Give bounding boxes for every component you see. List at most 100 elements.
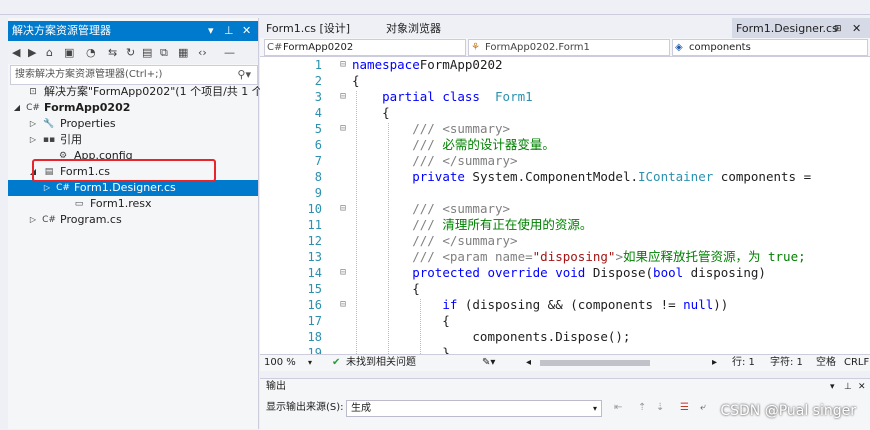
code-token: 如果应释放托管资源，为 true; [622, 249, 806, 264]
close-icon[interactable]: ✕ [242, 21, 251, 41]
expand-arrow-icon[interactable]: ▷ [42, 180, 52, 196]
tab-form1-designer-cs[interactable]: Form1.Designer.cs ⊞ ✕ [732, 18, 870, 38]
close-icon[interactable]: ✕ [858, 379, 866, 395]
pin-icon[interactable]: ⊞ [834, 20, 842, 38]
properties-icon[interactable]: — [224, 46, 235, 60]
switch-views-icon[interactable]: ▣ [64, 46, 74, 60]
code-line: 19 } [260, 345, 870, 354]
line-number: 10 [307, 202, 322, 216]
code-editor[interactable]: 1 ⊟ namespaceFormApp0202 2{3 ⊟ partial class… [260, 57, 870, 354]
tree-item-label: 解决方案"FormApp0202"(1 个项目/共 1 个) [44, 85, 268, 98]
fold-toggle-icon[interactable]: ⊟ [340, 265, 346, 281]
fold-toggle-icon[interactable]: ⊟ [340, 89, 346, 105]
code-line: 4 { [260, 105, 870, 121]
code-line: 15 { [260, 281, 870, 297]
zoom-level[interactable]: 100 % [264, 355, 296, 371]
scroll-left-icon[interactable]: ◂ [526, 355, 531, 371]
fold-toggle-icon[interactable]: ⊟ [340, 201, 346, 217]
member-dropdown[interactable]: ◈ components [672, 39, 868, 56]
back-icon[interactable]: ◀ [12, 46, 20, 60]
show-all-files-icon[interactable]: ▦ [178, 46, 188, 60]
close-icon[interactable]: ✕ [852, 20, 861, 38]
code-line: 7 /// </summary> [260, 153, 870, 169]
new-folder-icon[interactable]: ▤ [142, 46, 152, 60]
word-wrap-icon[interactable]: ⤶ [700, 399, 706, 417]
tree-item[interactable]: ▷ C# Form1.Designer.cs [8, 180, 258, 196]
code-text: private System.ComponentModel.IContainer… [352, 169, 811, 185]
project-dropdown[interactable]: C# FormApp0202 [264, 39, 466, 56]
scroll-right-icon[interactable]: ▸ [712, 355, 717, 371]
code-text: /// </summary> [352, 153, 517, 169]
code-view-icon[interactable]: ‹› [198, 46, 207, 60]
code-text: /// </summary> [352, 233, 517, 249]
type-dropdown[interactable]: ⚘ FormApp0202.Form1 [468, 39, 670, 56]
code-text: /// <param name="disposing">如果应释放托管资源，为 … [352, 249, 806, 265]
output-title: 输出 [266, 381, 286, 392]
issues-status[interactable]: 未找到相关问题 [346, 355, 416, 371]
line-number: 6 [314, 138, 322, 152]
next-message-icon[interactable]: ⇣ [656, 399, 664, 417]
tree-item[interactable]: ▷ C# Program.cs [8, 212, 258, 228]
expand-arrow-icon[interactable]: ▷ [28, 212, 38, 228]
tree-item[interactable]: ⊡ 解决方案"FormApp0202"(1 个项目/共 1 个) [8, 84, 267, 100]
fold-toggle-icon[interactable]: ⊟ [340, 57, 346, 73]
solution-explorer-panel: 解决方案资源管理器 ▾ ⊥ ✕ ◀ ▶ ⌂ ▣ ◔ ⇆ ↻ ▤ ⧉ ▦ ‹› —… [8, 18, 267, 429]
search-icon[interactable]: ⚲▾ [237, 66, 251, 84]
fold-toggle-icon[interactable]: ⊟ [340, 121, 346, 137]
tree-item[interactable]: ▷ ▪▪ 引用 [8, 132, 258, 148]
tree-item-label: Properties [60, 117, 116, 130]
home-icon[interactable]: ⌂ [46, 46, 53, 60]
output-source-select[interactable]: 生成 ▾ [346, 400, 602, 417]
tree-item-label: FormApp0202 [44, 101, 131, 114]
pending-changes-icon[interactable]: ◔ [86, 46, 96, 60]
code-cleanup-icon[interactable]: ✎▾ [482, 355, 495, 371]
code-token: /// <param name= [412, 249, 533, 264]
whitespace-indicator[interactable]: 空格 [816, 355, 836, 371]
tree-item[interactable]: ◢ C# FormApp0202 [8, 100, 258, 116]
expand-arrow-icon[interactable]: ▷ [28, 132, 38, 148]
collapse-arrow-icon[interactable]: ◢ [12, 100, 22, 116]
horizontal-scrollbar-thumb[interactable] [540, 360, 650, 366]
code-line: 18 components.Dispose(); [260, 329, 870, 345]
resx-file-icon: ▭ [74, 199, 84, 209]
expand-arrow-icon[interactable]: ▷ [28, 116, 38, 132]
dropdown-icon[interactable]: ▾ [208, 21, 214, 41]
code-line: 16 ⊟ if (disposing && (components != null… [260, 297, 870, 313]
tab-object-browser[interactable]: 对象浏览器 [386, 20, 441, 38]
code-text: { [352, 73, 360, 89]
collapse-all-icon[interactable]: ⧉ [160, 46, 168, 60]
code-token: namespace [352, 57, 420, 72]
refresh-icon[interactable]: ↻ [126, 46, 135, 60]
sync-icon[interactable]: ⇆ [108, 46, 117, 60]
clear-all-icon[interactable]: ☰ [680, 399, 689, 417]
code-line: 3 ⊟ partial class Form1 [260, 89, 870, 105]
check-icon: ✔ [332, 357, 341, 368]
prev-message-icon[interactable]: ⇡ [638, 399, 646, 417]
fold-toggle-icon[interactable]: ⊟ [340, 297, 346, 313]
line-number: 3 [314, 90, 322, 104]
tree-item[interactable]: ▭ Form1.resx [8, 196, 258, 212]
code-token: } [352, 345, 450, 354]
find-message-icon[interactable]: ⇤ [614, 399, 622, 417]
line-ending-indicator[interactable]: CRLF [844, 355, 869, 371]
code-token: { [352, 313, 450, 328]
char-indicator: 字符: 1 [770, 357, 803, 368]
chevron-down-icon[interactable]: ▾ [308, 355, 312, 371]
tab-form1-design[interactable]: Form1.cs [设计] [266, 20, 350, 38]
code-token: bool [653, 265, 684, 280]
pin-icon[interactable]: ⊥ [224, 21, 234, 41]
line-number: 9 [314, 186, 322, 200]
member-dropdown-value: components [689, 42, 751, 53]
solution-explorer-search-input[interactable]: 搜索解决方案资源管理器(Ctrl+;) ⚲▾ [10, 65, 258, 85]
pin-icon[interactable]: ⊥ [844, 379, 852, 395]
forward-icon[interactable]: ▶ [28, 46, 36, 60]
tree-item[interactable]: ▷ 🔧 Properties [8, 116, 258, 132]
dropdown-icon[interactable]: ▾ [830, 379, 835, 395]
code-line: 14 ⊟ protected override void Dispose(bool… [260, 265, 870, 281]
